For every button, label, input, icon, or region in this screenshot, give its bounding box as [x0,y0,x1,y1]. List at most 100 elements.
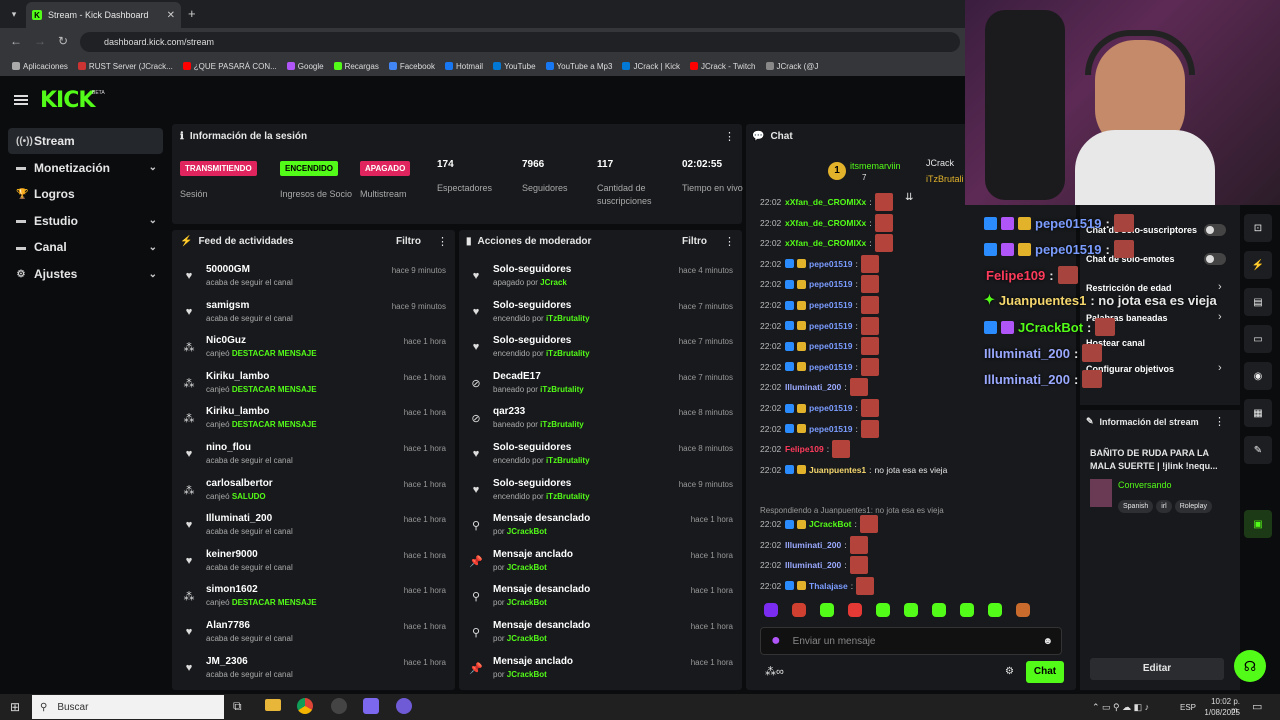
bookmark-item[interactable]: RUST Server (JCrack... [77,62,173,71]
chat-username[interactable]: Juanpuentes1 [809,465,866,475]
tray-icons[interactable]: ⌃ ▭ ⚲ ☁ ◧ ♪ [1092,702,1149,713]
emote-icon[interactable] [1016,603,1030,617]
top-gifter-2[interactable]: JCrack [926,158,954,168]
list-item[interactable]: ⁂ Kiriku_lambo canjeó DESTACAR MENSAJE hace… [178,371,447,407]
list-item[interactable]: ♥ Solo-seguidores apagado por JCrack hace 4… [465,264,733,300]
chrome-icon[interactable] [297,698,313,714]
top-gifter-3[interactable]: iTzBrutali [926,174,964,184]
pinned-toggle-icon[interactable]: ⇊ [905,192,913,203]
bookmark-item[interactable]: JCrack (@J [765,62,818,71]
back-icon[interactable]: ← [10,34,22,48]
url-input[interactable]: dashboard.kick.com/stream [80,32,960,52]
bookmark-item[interactable]: JCrack - Twitch [689,62,756,71]
bookmark-item[interactable]: Facebook [388,62,435,71]
chevron-down-icon[interactable]: ⌄ [149,215,157,226]
chat-settings-icon[interactable]: ⚙ [1005,666,1014,677]
chat-message[interactable]: 22:02 pepe01519: [760,398,879,418]
chevron-right-icon[interactable]: › [1218,362,1222,374]
list-item[interactable]: ♥ nino_flou acaba de seguir el canal hace … [178,442,446,478]
chat-username[interactable]: Thalajase [809,581,848,591]
popout-icon[interactable]: ⊡ [1244,214,1272,242]
sidebar-item-4[interactable]: ▬ Canal ⌄ [8,234,163,260]
chat-message[interactable]: 22:02 pepe01519: [760,274,879,294]
browser-tab[interactable]: K Stream - Kick Dashboard ✕ [26,2,181,28]
chat-message[interactable]: 22:02 Illuminati_200: [760,535,868,555]
close-tab-icon[interactable]: ✕ [167,10,175,21]
obs-icon[interactable] [331,698,347,714]
windows-start-icon[interactable]: ⊞ [10,700,20,714]
stream-info-more-icon[interactable]: ⋮ [1214,415,1225,428]
tag[interactable]: Spanish [1118,500,1154,513]
list-item[interactable]: ♥ Solo-seguidores encendido por iTzBrutali… [465,442,733,478]
list-item[interactable]: ⚲ Mensaje desanclado por JCrackBot hace 1 h… [465,584,733,620]
chat-message[interactable]: 22:02 Felipe109: [760,439,851,459]
chevron-down-icon[interactable]: ⌄ [149,269,157,280]
quick-action-icon[interactable]: ⚡ [1244,251,1272,279]
mic-icon[interactable]: ● [771,632,781,650]
chat-username[interactable]: Illuminati_200 [785,560,841,570]
chat-message[interactable]: 22:02 Illuminati_200: [760,555,868,575]
tag[interactable]: irl [1156,500,1172,513]
chat-username[interactable]: pepe01519 [809,279,852,289]
chat-message[interactable]: 22:02 pepe01519: [760,357,879,377]
emote-icon[interactable] [904,603,918,617]
list-item[interactable]: ♥ 50000GM acaba de seguir el canal hace 9 … [178,264,446,300]
chat-username[interactable]: pepe01519 [809,259,852,269]
list-item[interactable]: ⁂ Kiriku_lambo canjeó DESTACAR MENSAJE hace… [178,406,447,442]
actor-name[interactable]: JCrackBot [507,527,547,536]
emote-icon[interactable] [848,603,862,617]
chat-message[interactable]: 22:02 pepe01519: [760,254,879,274]
chat-message[interactable]: 22:02 xXfan_de_CROMIXx: [760,233,893,253]
chevron-right-icon[interactable]: › [1218,281,1222,293]
list-item[interactable]: ⊘ qar233 baneado por iTzBrutality hace 8 mi… [465,406,733,442]
clip-icon[interactable]: ▣ [1244,510,1272,538]
category-name[interactable]: Conversando [1118,480,1172,490]
bookmark-item[interactable]: JCrack | Kick [622,62,680,71]
actor-name[interactable]: JCrackBot [507,670,547,679]
chat-username[interactable]: xXfan_de_CROMIXx [785,197,866,207]
chat-username[interactable]: xXfan_de_CROMIXx [785,218,866,228]
tag[interactable]: Roleplay [1174,500,1212,513]
list-item[interactable]: ♥ samigsm acaba de seguir el canal hace 9 … [178,300,446,336]
list-item[interactable]: ⚲ Mensaje desanclado por JCrackBot hace 1 h… [465,620,733,656]
bookmark-item[interactable]: YouTube a Mp3 [545,62,612,71]
tools-icon[interactable]: ✎ [1244,436,1272,464]
emote-icon[interactable] [876,603,890,617]
tab-search-icon[interactable]: ▾ [6,6,22,22]
toggle-switch[interactable] [1204,224,1226,236]
emote-icon[interactable] [932,603,946,617]
bookmark-item[interactable]: Aplicaciones [12,62,68,71]
document-icon[interactable]: ▤ [1244,288,1272,316]
list-item[interactable]: 📌 Mensaje anclado por JCrackBot hace 1 hora [465,549,733,585]
chat-username[interactable]: JCrackBot [809,519,852,529]
chat-username[interactable]: Illuminati_200 [785,382,841,392]
chat-message[interactable]: 22:02 Thalajase: [760,576,875,596]
list-item[interactable]: ⁂ carlosalbertor canjeó SALUDO hace 1 hora [178,478,447,514]
menu-icon[interactable] [14,95,28,105]
layers-icon[interactable]: ▦ [1244,399,1272,427]
list-item[interactable]: ♥ keiner9000 acaba de seguir el canal hace… [178,549,446,585]
feed-more-icon[interactable]: ⋮ [437,235,448,248]
list-item[interactable]: ⁂ Nic0Guz canjeó DESTACAR MENSAJE hace 1 ho… [178,335,447,371]
bookmark-item[interactable]: Google [286,62,324,71]
bookmark-item[interactable]: YouTube [493,62,536,71]
chat-username[interactable]: pepe01519 [809,403,852,413]
list-item[interactable]: ⁂ simon1602 canjeó DESTACAR MENSAJE hace 1 … [178,584,447,620]
toggle-switch[interactable] [1204,253,1226,265]
chat-message[interactable]: 22:02 xXfan_de_CROMIXx: [760,192,893,212]
chat-message[interactable]: 22:02 Illuminati_200: [760,377,868,397]
chat-message[interactable]: 22:02 pepe01519: [760,316,879,336]
sidebar-item-1[interactable]: ▬ Monetización ⌄ [8,155,163,181]
session-more-icon[interactable]: ⋮ [724,130,735,143]
new-tab-icon[interactable]: + [188,6,196,21]
chat-username[interactable]: pepe01519 [809,362,852,372]
chat-username[interactable]: pepe01519 [809,300,852,310]
bookmark-item[interactable]: Recargas [333,62,379,71]
chat-username[interactable]: pepe01519 [809,424,852,434]
list-item[interactable]: ♥ JM_2306 acaba de seguir el canal hace 1 … [178,656,446,692]
support-icon[interactable]: ☊ [1234,650,1266,682]
list-item[interactable]: 📌 Mensaje anclado por JCrackBot hace 1 hora [465,656,733,692]
emote-icon[interactable] [764,603,778,617]
chat-message[interactable]: 22:02 JCrackBot: [760,514,878,534]
top-gifter-name[interactable]: itsmemarviin [850,161,901,171]
